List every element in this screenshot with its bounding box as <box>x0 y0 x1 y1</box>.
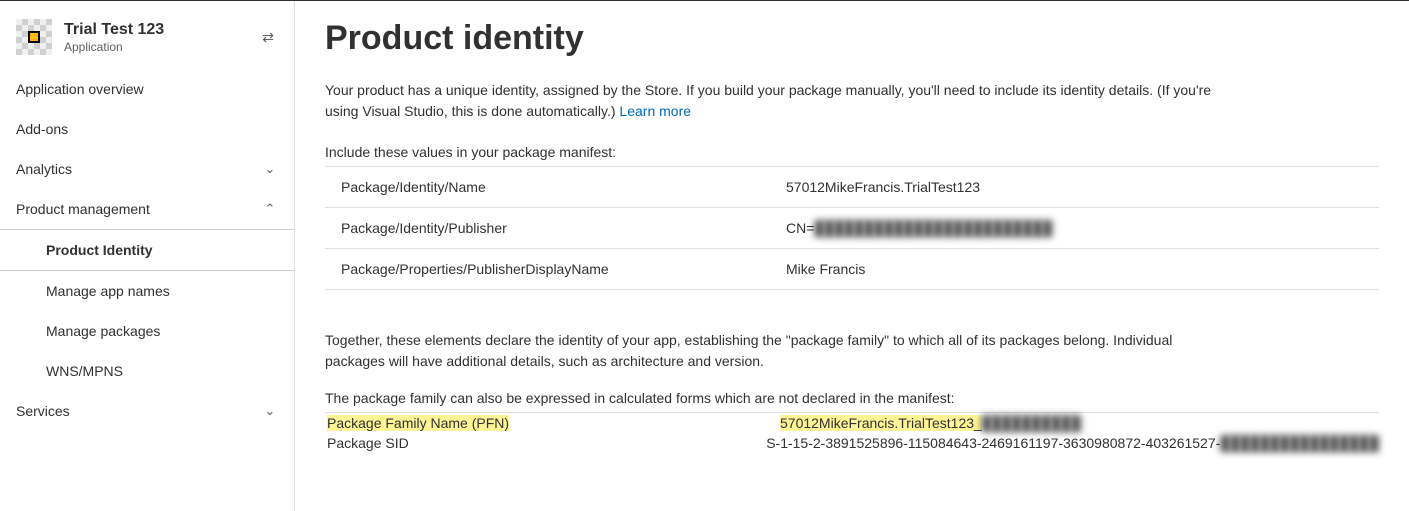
app-title: Trial Test 123 <box>64 20 246 39</box>
value-redacted: ████████████████ <box>1220 435 1379 451</box>
app-title-block: Trial Test 123 Application <box>64 20 246 53</box>
sidebar-header: Trial Test 123 Application ⇄ <box>0 9 294 69</box>
chevron-down-icon: ⌄ <box>262 161 278 177</box>
sidebar-item-label: Product Identity <box>46 242 153 258</box>
sidebar-item-label: Services <box>16 403 70 419</box>
highlight: Package Family Name (PFN) <box>327 415 509 431</box>
manifest-intro: Include these values in your package man… <box>325 144 1379 160</box>
sidebar-item-label: Add-ons <box>16 121 68 137</box>
chevron-down-icon: ⌄ <box>262 403 278 419</box>
table-row: Package/Properties/PublisherDisplayName … <box>325 249 1379 290</box>
table-row: Package Family Name (PFN) 57012MikeFranc… <box>325 413 1379 433</box>
value-redacted: ████████████████████████ <box>814 220 1052 236</box>
calc-key: Package Family Name (PFN) <box>327 415 780 431</box>
calc-value: 57012MikeFrancis.TrialTest123_██████████ <box>780 415 1379 431</box>
manifest-key: Package/Properties/PublisherDisplayName <box>341 261 786 277</box>
swap-icon[interactable]: ⇄ <box>258 25 278 50</box>
sidebar-item-label: Analytics <box>16 161 72 177</box>
value-prefix: 57012MikeFrancis.TrialTest123_ <box>780 415 982 431</box>
sidebar-item-label: WNS/MPNS <box>46 363 123 379</box>
sidebar-item-wns-mpns[interactable]: WNS/MPNS <box>0 351 294 391</box>
main-content: Product identity Your product has a uniq… <box>295 1 1409 511</box>
sidebar-item-label: Application overview <box>16 81 144 97</box>
calc-key: Package SID <box>327 435 766 451</box>
sidebar-item-manage-packages[interactable]: Manage packages <box>0 311 294 351</box>
table-row: Package/Identity/Name 57012MikeFrancis.T… <box>325 167 1379 208</box>
sidebar-item-analytics[interactable]: Analytics ⌄ <box>0 149 294 189</box>
description-text: Your product has a unique identity, assi… <box>325 82 1211 119</box>
calc-value: S-1-15-2-3891525896-115084643-2469161197… <box>766 435 1379 451</box>
sidebar-nav: Application overview Add-ons Analytics ⌄… <box>0 69 294 431</box>
manifest-value: Mike Francis <box>786 261 1371 277</box>
sidebar-item-application-overview[interactable]: Application overview <box>0 69 294 109</box>
page-title: Product identity <box>325 19 1379 58</box>
manifest-table: Package/Identity/Name 57012MikeFrancis.T… <box>325 166 1379 290</box>
chevron-up-icon: ⌃ <box>262 201 278 217</box>
manifest-value: CN=████████████████████████ <box>786 220 1371 236</box>
table-row: Package/Identity/Publisher CN=██████████… <box>325 208 1379 249</box>
sidebar-item-label: Manage app names <box>46 283 170 299</box>
manifest-key: Package/Identity/Publisher <box>341 220 786 236</box>
sidebar-item-label: Manage packages <box>46 323 160 339</box>
sidebar-item-product-identity[interactable]: Product Identity <box>0 229 294 271</box>
table-row: Package SID S-1-15-2-3891525896-11508464… <box>325 433 1379 453</box>
learn-more-link[interactable]: Learn more <box>619 103 691 119</box>
app-subtitle: Application <box>64 40 246 54</box>
calc-intro: The package family can also be expressed… <box>325 390 1379 406</box>
value-prefix: CN= <box>786 220 814 236</box>
manifest-value: 57012MikeFrancis.TrialTest123 <box>786 179 1371 195</box>
highlight: 57012MikeFrancis.TrialTest123_ <box>780 415 982 431</box>
value-redacted: ██████████ <box>982 415 1081 431</box>
sidebar: Trial Test 123 Application ⇄ Application… <box>0 1 295 511</box>
value-prefix: S-1-15-2-3891525896-115084643-2469161197… <box>766 435 1220 451</box>
sidebar-item-manage-app-names[interactable]: Manage app names <box>0 271 294 311</box>
sidebar-item-label: Product management <box>16 201 150 217</box>
calc-table: Package Family Name (PFN) 57012MikeFranc… <box>325 412 1379 453</box>
sidebar-item-services[interactable]: Services ⌄ <box>0 391 294 431</box>
app-icon <box>16 19 52 55</box>
sidebar-item-product-management[interactable]: Product management ⌃ <box>0 189 294 229</box>
description: Your product has a unique identity, assi… <box>325 80 1215 122</box>
together-paragraph: Together, these elements declare the ide… <box>325 330 1225 372</box>
manifest-key: Package/Identity/Name <box>341 179 786 195</box>
sidebar-item-add-ons[interactable]: Add-ons <box>0 109 294 149</box>
